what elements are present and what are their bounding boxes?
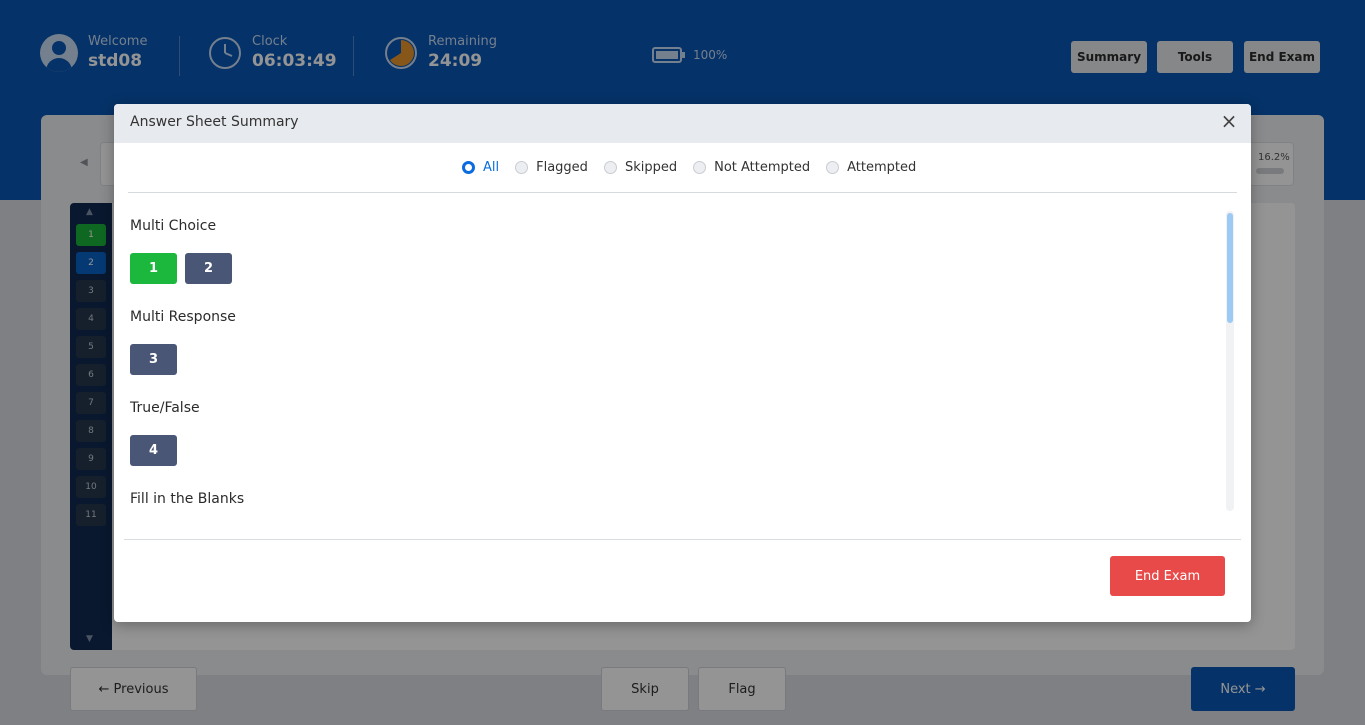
radio-icon[interactable] (693, 161, 707, 174)
radio-icon[interactable] (826, 161, 840, 174)
modal-title: Answer Sheet Summary (130, 114, 299, 130)
scrollbar-thumb[interactable] (1227, 213, 1233, 323)
answer-sheet-summary-modal: Answer Sheet Summary × All Flagged Skipp… (114, 104, 1251, 622)
filter-all[interactable]: All (462, 160, 499, 175)
close-icon[interactable]: × (1219, 111, 1239, 131)
radio-icon[interactable] (462, 161, 475, 174)
modal-header: Answer Sheet Summary × (114, 104, 1251, 143)
radio-icon[interactable] (515, 161, 529, 174)
filter-flagged[interactable]: Flagged (515, 160, 588, 175)
filter-attempted[interactable]: Attempted (826, 160, 916, 175)
filter-skipped[interactable]: Skipped (603, 160, 677, 175)
end-exam-button[interactable]: End Exam (1110, 556, 1225, 596)
divider (128, 192, 1237, 193)
question-button[interactable]: 3 (130, 344, 177, 375)
divider (124, 539, 1241, 540)
section-title: Multi Response (130, 309, 236, 325)
question-button[interactable]: 4 (130, 435, 177, 466)
radio-icon[interactable] (603, 161, 617, 174)
filter-not-attempted[interactable]: Not Attempted (693, 160, 810, 175)
question-button[interactable]: 2 (185, 253, 232, 284)
question-button[interactable]: 1 (130, 253, 177, 284)
section-title: Fill in the Blanks (130, 491, 245, 507)
section-title: True/False (130, 400, 200, 416)
filter-radio-group: All Flagged Skipped Not Attempted Attemp… (462, 160, 932, 175)
section-title: Multi Choice (130, 218, 217, 234)
summary-list[interactable]: Multi Choice 1 2 Multi Response 3 True/F… (114, 204, 1234, 510)
